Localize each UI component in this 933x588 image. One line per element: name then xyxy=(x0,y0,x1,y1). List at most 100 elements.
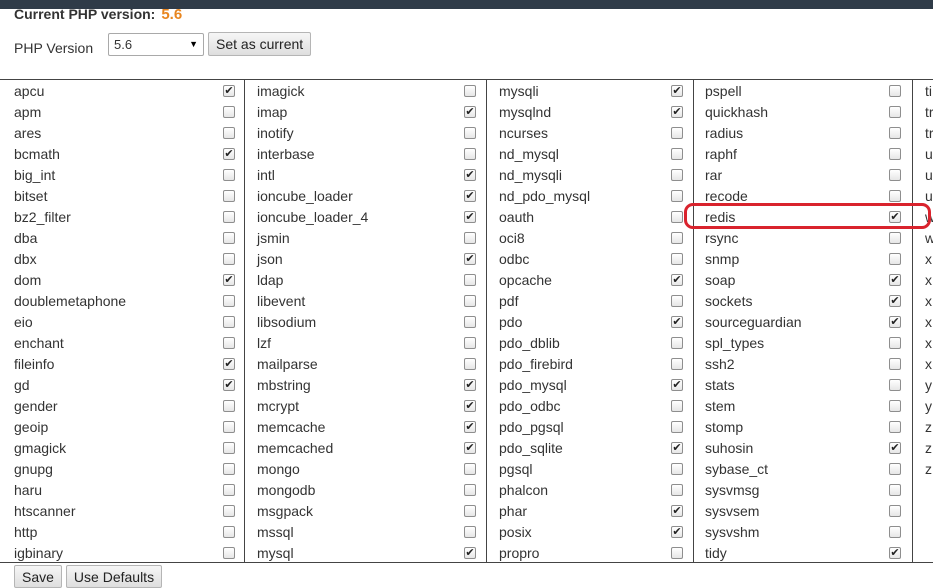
extension-name: x xyxy=(925,314,932,330)
extension-checkbox[interactable] xyxy=(889,421,901,433)
extension-checkbox[interactable] xyxy=(671,169,683,181)
extension-checkbox[interactable]: ✔ xyxy=(223,85,235,97)
extension-checkbox[interactable] xyxy=(223,295,235,307)
extension-checkbox[interactable]: ✔ xyxy=(223,148,235,160)
extension-checkbox[interactable]: ✔ xyxy=(223,274,235,286)
extension-checkbox[interactable]: ✔ xyxy=(464,211,476,223)
extension-checkbox[interactable] xyxy=(464,148,476,160)
use-defaults-button[interactable]: Use Defaults xyxy=(65,565,163,588)
extension-checkbox[interactable] xyxy=(223,442,235,454)
extension-checkbox[interactable] xyxy=(223,253,235,265)
extension-checkbox[interactable] xyxy=(889,253,901,265)
extension-checkbox[interactable] xyxy=(889,232,901,244)
extension-checkbox[interactable] xyxy=(889,106,901,118)
extension-checkbox[interactable]: ✔ xyxy=(671,274,683,286)
extension-checkbox[interactable] xyxy=(889,127,901,139)
extension-checkbox[interactable] xyxy=(671,463,683,475)
extension-checkbox[interactable] xyxy=(671,400,683,412)
extension-name: x xyxy=(925,251,932,267)
extension-checkbox[interactable]: ✔ xyxy=(464,400,476,412)
extension-checkbox[interactable]: ✔ xyxy=(464,442,476,454)
set-as-current-button[interactable]: Set as current xyxy=(208,32,312,56)
extension-checkbox[interactable] xyxy=(889,484,901,496)
extension-checkbox[interactable] xyxy=(223,211,235,223)
extension-checkbox[interactable] xyxy=(223,316,235,328)
extension-checkbox[interactable]: ✔ xyxy=(889,274,901,286)
extension-checkbox[interactable] xyxy=(889,379,901,391)
extension-checkbox[interactable] xyxy=(671,190,683,202)
extension-checkbox[interactable] xyxy=(223,547,235,559)
extension-checkbox[interactable]: ✔ xyxy=(464,190,476,202)
extension-checkbox[interactable]: ✔ xyxy=(889,442,901,454)
extension-checkbox[interactable] xyxy=(671,253,683,265)
extension-checkbox[interactable] xyxy=(889,190,901,202)
extension-checkbox[interactable] xyxy=(671,232,683,244)
extension-checkbox[interactable] xyxy=(223,106,235,118)
extension-checkbox[interactable]: ✔ xyxy=(671,505,683,517)
extension-checkbox[interactable]: ✔ xyxy=(671,316,683,328)
extension-checkbox[interactable] xyxy=(889,337,901,349)
extension-checkbox[interactable]: ✔ xyxy=(671,526,683,538)
extension-checkbox[interactable] xyxy=(223,505,235,517)
extension-checkbox[interactable] xyxy=(671,127,683,139)
extension-checkbox[interactable] xyxy=(464,526,476,538)
extension-checkbox[interactable] xyxy=(223,127,235,139)
save-button[interactable]: Save xyxy=(14,565,62,588)
extension-checkbox[interactable] xyxy=(223,400,235,412)
extension-checkbox[interactable] xyxy=(464,316,476,328)
extension-checkbox[interactable] xyxy=(464,232,476,244)
extension-name: redis xyxy=(705,209,736,225)
extension-checkbox[interactable]: ✔ xyxy=(671,106,683,118)
extension-checkbox[interactable]: ✔ xyxy=(889,211,901,223)
extension-checkbox[interactable] xyxy=(223,169,235,181)
extension-checkbox[interactable] xyxy=(464,484,476,496)
extension-checkbox[interactable] xyxy=(889,85,901,97)
extension-checkbox[interactable] xyxy=(223,337,235,349)
extension-checkbox[interactable] xyxy=(464,505,476,517)
extension-checkbox[interactable] xyxy=(671,358,683,370)
extension-checkbox[interactable] xyxy=(671,547,683,559)
extension-checkbox[interactable] xyxy=(889,505,901,517)
extension-checkbox[interactable]: ✔ xyxy=(223,358,235,370)
extension-checkbox[interactable] xyxy=(671,148,683,160)
extension-checkbox[interactable] xyxy=(889,526,901,538)
extension-checkbox[interactable]: ✔ xyxy=(464,547,476,559)
extension-checkbox[interactable] xyxy=(464,337,476,349)
extension-checkbox[interactable] xyxy=(464,463,476,475)
extension-checkbox[interactable] xyxy=(671,211,683,223)
extension-checkbox[interactable] xyxy=(464,274,476,286)
extension-checkbox[interactable] xyxy=(889,148,901,160)
extension-checkbox[interactable] xyxy=(223,463,235,475)
extension-name: nd_mysqli xyxy=(499,167,563,183)
extension-checkbox[interactable]: ✔ xyxy=(464,106,476,118)
extension-checkbox[interactable] xyxy=(464,358,476,370)
extension-checkbox[interactable] xyxy=(223,190,235,202)
extension-checkbox[interactable]: ✔ xyxy=(464,379,476,391)
extension-checkbox[interactable]: ✔ xyxy=(464,421,476,433)
extension-checkbox[interactable] xyxy=(889,400,901,412)
extension-checkbox[interactable] xyxy=(889,463,901,475)
extension-checkbox[interactable] xyxy=(889,358,901,370)
php-version-select[interactable]: 5.6 ▼ xyxy=(108,32,204,56)
extension-checkbox[interactable] xyxy=(223,232,235,244)
extension-checkbox[interactable]: ✔ xyxy=(889,295,901,307)
extension-checkbox[interactable] xyxy=(671,421,683,433)
extension-checkbox[interactable] xyxy=(671,295,683,307)
extension-checkbox[interactable]: ✔ xyxy=(889,547,901,559)
extension-checkbox[interactable] xyxy=(671,337,683,349)
extension-checkbox[interactable] xyxy=(223,421,235,433)
extension-checkbox[interactable]: ✔ xyxy=(671,379,683,391)
extension-checkbox[interactable]: ✔ xyxy=(889,316,901,328)
extension-checkbox[interactable]: ✔ xyxy=(671,85,683,97)
extension-checkbox[interactable]: ✔ xyxy=(464,253,476,265)
extension-checkbox[interactable]: ✔ xyxy=(223,379,235,391)
extension-checkbox[interactable]: ✔ xyxy=(671,442,683,454)
extension-checkbox[interactable] xyxy=(671,484,683,496)
extension-checkbox[interactable] xyxy=(464,127,476,139)
extension-checkbox[interactable] xyxy=(464,295,476,307)
extension-checkbox[interactable] xyxy=(223,484,235,496)
extension-checkbox[interactable] xyxy=(464,85,476,97)
extension-checkbox[interactable] xyxy=(889,169,901,181)
extension-checkbox[interactable] xyxy=(223,526,235,538)
extension-checkbox[interactable]: ✔ xyxy=(464,169,476,181)
